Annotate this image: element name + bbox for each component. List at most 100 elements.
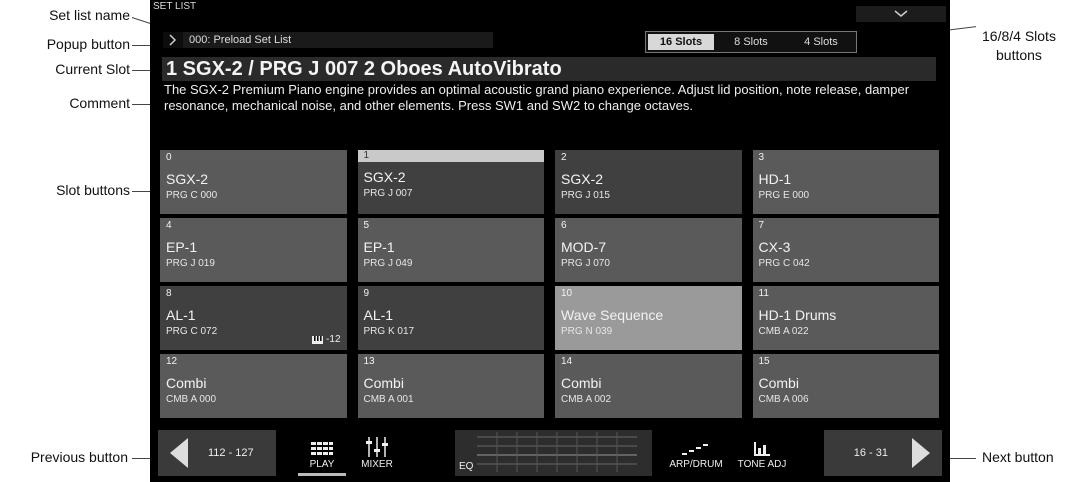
- callout-next-button: Next button: [982, 449, 1054, 465]
- next-range: 16 - 31: [853, 447, 888, 459]
- 16-slots-button[interactable]: 16 Slots: [648, 34, 714, 50]
- slot-button[interactable]: 11 HD-1 Drums CMB A 022: [752, 286, 939, 350]
- slot-button[interactable]: 9 AL-1 PRG K 017: [357, 286, 544, 350]
- slot-button[interactable]: 1 SGX-2 PRG J 007: [357, 150, 544, 214]
- transpose-indicator: -12: [312, 334, 341, 345]
- callout-slots-buttons: 16/8/4 Slots buttons: [982, 27, 1056, 65]
- callout-set-list-name: Set list name: [49, 7, 130, 23]
- keyboard-icon: [312, 335, 324, 344]
- tab-tone-adj[interactable]: TONE ADJ: [734, 430, 790, 476]
- slot-button[interactable]: 10 Wave Sequence PRG N 039: [555, 286, 742, 350]
- slot-program: PRG J 019: [166, 258, 215, 269]
- slot-number: 12: [166, 356, 178, 367]
- current-slot: 1 SGX-2 / PRG J 007 2 Oboes AutoVibrato: [162, 57, 936, 81]
- slot-name: Combi: [561, 375, 602, 391]
- slot-button[interactable]: 12 Combi CMB A 000: [160, 354, 347, 418]
- previous-button[interactable]: 112 - 127: [158, 430, 276, 476]
- callout-slots-line2: buttons: [996, 47, 1042, 63]
- screen-title: SET LIST: [153, 1, 197, 12]
- arrow-right-icon: [912, 438, 930, 468]
- slot-program: CMB A 002: [561, 394, 612, 405]
- slot-number: 1: [357, 150, 544, 162]
- tab-mixer-label: MIXER: [361, 459, 393, 470]
- callout-slot-buttons: Slot buttons: [56, 182, 130, 198]
- slot-number: 14: [561, 356, 573, 367]
- slot-number: 13: [363, 356, 375, 367]
- slot-name: SGX-2: [363, 169, 406, 185]
- bottom-bar: 112 - 127 PLAY MIXER EQ ARP/DRUM TONE AD…: [158, 430, 942, 476]
- slot-button[interactable]: 8 AL-1 PRG C 072 -12: [160, 286, 347, 350]
- slot-button[interactable]: 0 SGX-2 PRG C 000: [160, 150, 347, 214]
- slot-name: Combi: [363, 375, 404, 391]
- slot-name: SGX-2: [166, 171, 209, 187]
- slot-number: 2: [561, 152, 567, 163]
- slot-program: PRG J 007: [363, 188, 413, 199]
- slot-name: Combi: [166, 375, 207, 391]
- slot-button[interactable]: 7 CX-3 PRG C 042: [752, 218, 939, 282]
- tab-arp-drum-label: ARP/DRUM: [669, 459, 723, 470]
- slot-program: PRG N 039: [561, 326, 613, 337]
- popup-button[interactable]: [163, 32, 183, 48]
- 4-slots-button[interactable]: 4 Slots: [788, 34, 854, 50]
- slot-program: PRG J 070: [561, 258, 610, 269]
- slot-program: CMB A 022: [758, 326, 809, 337]
- chevron-down-icon: [894, 10, 908, 17]
- arrow-left-icon: [170, 438, 188, 468]
- 8-slots-button[interactable]: 8 Slots: [718, 34, 784, 50]
- slot-button[interactable]: 13 Combi CMB A 001: [357, 354, 544, 418]
- slot-program: PRG C 042: [758, 258, 810, 269]
- slot-size-buttons: 16 Slots 8 Slots 4 Slots: [645, 31, 857, 53]
- slot-name: HD-1 Drums: [758, 307, 837, 323]
- slot-name: CX-3: [758, 239, 791, 255]
- slot-number: 4: [166, 220, 172, 231]
- slot-number: 3: [758, 152, 765, 163]
- slot-name: AL-1: [166, 307, 196, 323]
- slot-number: 9: [363, 288, 370, 299]
- callout-slots-line1: 16/8/4 Slots: [982, 28, 1056, 44]
- tone-adjust-icon: [754, 442, 770, 456]
- slot-program: PRG E 000: [758, 190, 810, 201]
- chevron-right-icon: [169, 34, 177, 46]
- comment: The SGX-2 Premium Piano engine provides …: [164, 82, 910, 113]
- transpose-value: -12: [326, 334, 341, 345]
- slot-program: PRG J 049: [363, 258, 413, 269]
- slot-button[interactable]: 4 EP-1 PRG J 019: [160, 218, 347, 282]
- tab-play-label: PLAY: [309, 459, 335, 470]
- callout-previous-button: Previous button: [30, 449, 128, 465]
- slot-name: Combi: [758, 375, 799, 391]
- tab-tone-adj-label: TONE ADJ: [737, 459, 787, 470]
- tab-play[interactable]: PLAY: [298, 430, 346, 476]
- slot-button[interactable]: 14 Combi CMB A 002: [555, 354, 742, 418]
- collapse-button[interactable]: [856, 6, 946, 22]
- slot-name: EP-1: [166, 239, 198, 255]
- next-button[interactable]: 16 - 31: [824, 430, 942, 476]
- arp-icon: [682, 444, 708, 455]
- tab-mixer[interactable]: MIXER: [356, 430, 398, 476]
- slot-number: 7: [758, 220, 765, 231]
- slot-number: 11: [758, 288, 769, 299]
- callout-popup-button: Popup button: [46, 36, 130, 52]
- slot-name: EP-1: [363, 239, 395, 255]
- slot-number: 10: [561, 288, 573, 299]
- slot-button[interactable]: 5 EP-1 PRG J 049: [357, 218, 544, 282]
- slot-program: CMB A 000: [166, 394, 217, 405]
- slot-button[interactable]: 6 MOD-7 PRG J 070: [555, 218, 742, 282]
- slot-number: 6: [561, 220, 567, 231]
- tab-eq-label: EQ: [459, 461, 474, 472]
- tab-arp-drum[interactable]: ARP/DRUM: [668, 430, 724, 476]
- slot-button[interactable]: 3 HD-1 PRG E 000: [752, 150, 939, 214]
- slot-program: PRG J 015: [561, 190, 610, 201]
- slot-button[interactable]: 2 SGX-2 PRG J 015: [555, 150, 742, 214]
- slot-program: CMB A 001: [363, 394, 414, 405]
- set-list-row: 000: Preload Set List: [163, 32, 493, 48]
- callout-current-slot: Current Slot: [55, 61, 130, 77]
- slot-number: 15: [758, 356, 770, 367]
- slot-button[interactable]: 15 Combi CMB A 006: [752, 354, 939, 418]
- grid-icon: [311, 442, 333, 455]
- eq-graph-icon: [477, 432, 637, 472]
- slot-name: Wave Sequence: [561, 307, 664, 323]
- tab-eq[interactable]: EQ: [455, 430, 652, 476]
- slot-program: PRG C 000: [166, 190, 218, 201]
- set-list-name: 000: Preload Set List: [183, 32, 493, 48]
- slot-name: MOD-7: [561, 239, 607, 255]
